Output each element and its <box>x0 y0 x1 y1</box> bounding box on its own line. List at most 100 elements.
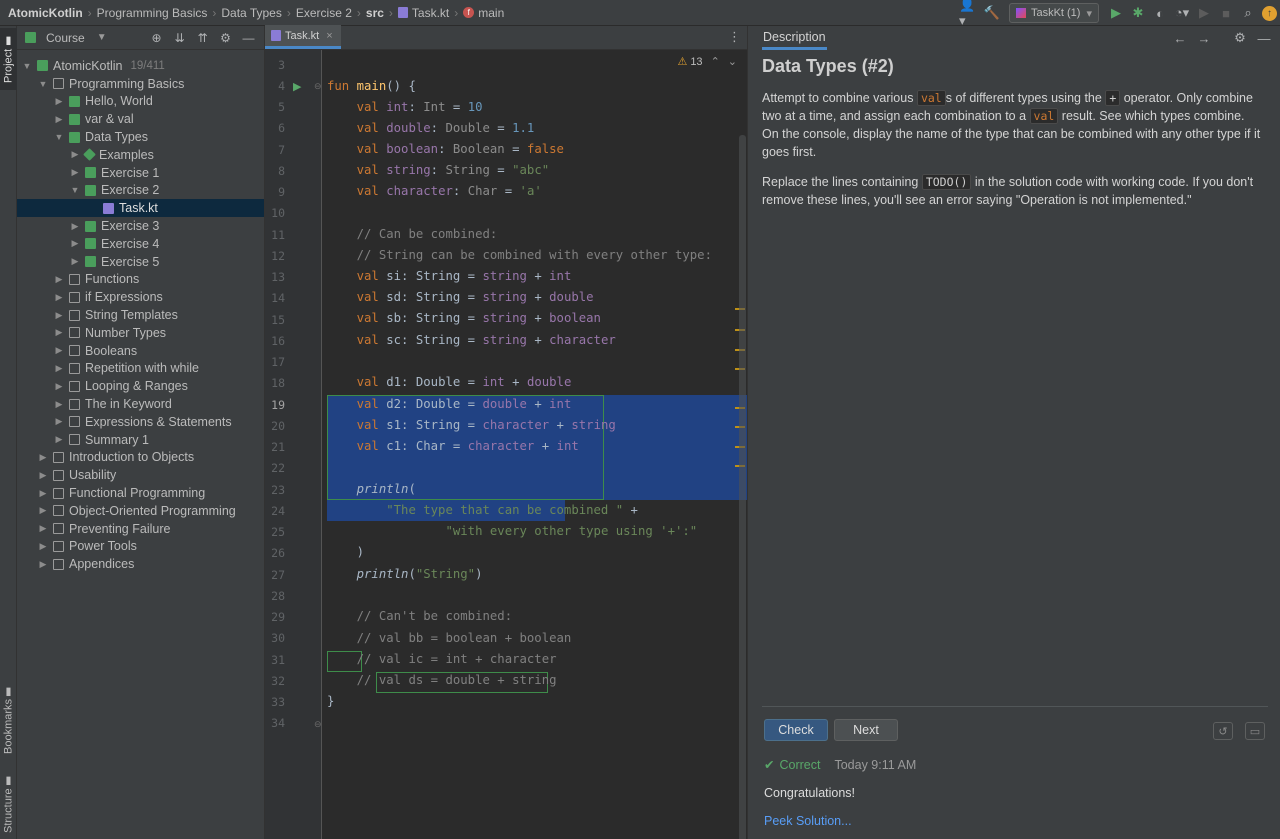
breadcrumb-task[interactable]: Exercise 2 <box>296 6 352 20</box>
hide-icon[interactable]: — <box>1252 31 1276 46</box>
tree-item-functions[interactable]: ▶ Functions <box>17 271 264 289</box>
project-panel: Course ▼ ⊕ ⇊ ⇈ ⚙ — ▼ AtomicKotlin 19/411 ▼… <box>17 26 265 839</box>
tab-task-kt[interactable]: Task.kt × <box>265 25 341 49</box>
next-button[interactable]: Next <box>834 719 898 741</box>
tree-item-exercise-1[interactable]: ▶ Exercise 1 <box>17 164 264 182</box>
run-configuration-select[interactable]: TaskKt (1) ▾ <box>1008 3 1099 23</box>
user-icon[interactable]: 👤▾ <box>959 0 981 28</box>
chevron-down-icon[interactable]: ▼ <box>97 32 107 43</box>
build-hammer-icon[interactable]: 🔨 <box>981 2 1003 24</box>
tree-item-summary-1[interactable]: ▶ Summary 1 <box>17 431 264 449</box>
gear-icon[interactable]: ⚙ <box>214 31 237 45</box>
lesson-complete-icon <box>69 113 80 125</box>
breadcrumb-topic[interactable]: Data Types <box>221 6 281 20</box>
resume-icon[interactable]: ▶ <box>1193 2 1215 24</box>
breadcrumb-file[interactable]: Task.kt <box>412 6 449 20</box>
chevron-up-icon[interactable]: ⌃ <box>711 55 720 68</box>
expand-all-icon[interactable]: ⇊ <box>168 31 191 45</box>
chevron-down-icon[interactable]: ⌄ <box>728 55 737 68</box>
tree-item-functional-programming[interactable]: ▶ Functional Programming <box>17 484 264 502</box>
chevron-right-icon: ▶ <box>55 362 63 373</box>
hide-icon[interactable]: — <box>237 31 260 45</box>
gear-icon[interactable]: ⚙ <box>1228 30 1252 46</box>
tree-item-booleans[interactable]: ▶ Booleans <box>17 342 264 360</box>
fold-icon[interactable]: ⊖ <box>314 81 322 92</box>
editor-scrollbar[interactable] <box>739 135 746 839</box>
tree-item-in-keyword[interactable]: ▶ The in Keyword <box>17 395 264 413</box>
arrow-left-icon[interactable]: ← <box>1168 31 1192 46</box>
structure-tool-tab[interactable]: Structure ▮ <box>0 771 17 837</box>
code-line: val c1: Char = character + int <box>356 439 579 453</box>
code-line: val double: Double = 1.1 <box>356 121 535 135</box>
run-configuration-label: TaskKt (1) <box>1030 7 1081 19</box>
tree-item-exercise-2[interactable]: ▼ Exercise 2 <box>17 182 264 200</box>
breadcrumb-function[interactable]: main <box>478 6 504 20</box>
stop-icon[interactable]: ■ <box>1215 2 1237 24</box>
chevron-right-icon: ▶ <box>39 469 47 480</box>
collapse-all-icon[interactable]: ⇈ <box>191 31 214 45</box>
tab-description[interactable]: Description <box>762 26 827 50</box>
chevron-right-icon: ▶ <box>71 238 79 249</box>
tree-item-hello-world[interactable]: ▶ Hello, World <box>17 93 264 111</box>
project-panel-header: Course ▼ ⊕ ⇊ ⇈ ⚙ — <box>17 26 264 50</box>
project-panel-title[interactable]: Course <box>46 31 85 45</box>
tree-item-intro-objects[interactable]: ▶ Introduction to Objects <box>17 449 264 467</box>
tree-item-exercise-5[interactable]: ▶ Exercise 5 <box>17 253 264 271</box>
bookmarks-tool-tab[interactable]: Bookmarks ▮ <box>0 681 17 759</box>
reset-icon[interactable]: ↺ <box>1213 722 1233 740</box>
locate-icon[interactable]: ⊕ <box>145 31 168 45</box>
tree-item-appendices[interactable]: ▶ Appendices <box>17 555 264 573</box>
tree-item-repetition-with-while[interactable]: ▶ Repetition with while <box>17 360 264 378</box>
chevron-right-icon: ▶ <box>71 220 79 231</box>
peek-solution-link[interactable]: Peek Solution... <box>764 814 852 828</box>
tree-item-usability[interactable]: ▶ Usability <box>17 466 264 484</box>
inspection-widget[interactable]: ⚠ 13 ⌃ ⌄ <box>677 55 737 69</box>
tree-item-programming-basics[interactable]: ▼ Programming Basics <box>17 75 264 93</box>
tree-item-var-val[interactable]: ▶ var & val <box>17 110 264 128</box>
run-icon[interactable]: ▶ <box>1105 2 1127 24</box>
check-status: ✔ Correct Today 9:11 AM <box>764 757 916 773</box>
more-options-icon[interactable]: ⋮ <box>728 29 741 45</box>
tree-item-data-types[interactable]: ▼ Data Types <box>17 128 264 146</box>
breadcrumb-lesson[interactable]: Programming Basics <box>97 6 208 20</box>
chevron-right-icon: ▶ <box>55 273 63 284</box>
close-icon[interactable]: × <box>326 30 332 42</box>
tree-item-task-kt[interactable]: Task.kt <box>17 199 264 218</box>
tree-item-oop[interactable]: ▶ Object-Oriented Programming <box>17 502 264 520</box>
debug-icon[interactable]: ✱ <box>1127 2 1149 24</box>
tree-root[interactable]: ▼ AtomicKotlin 19/411 <box>17 57 264 75</box>
profile-icon[interactable]: ◔▾ <box>1171 2 1193 24</box>
code-line: val character: Char = 'a' <box>356 184 542 198</box>
tree-item-preventing-failure[interactable]: ▶ Preventing Failure <box>17 520 264 538</box>
project-tool-tab[interactable]: Project ▮ <box>0 28 17 90</box>
update-icon[interactable]: ↑ <box>1262 5 1277 21</box>
run-gutter-icon[interactable]: ▶ <box>293 80 301 93</box>
breadcrumb-src[interactable]: src <box>366 6 384 20</box>
tree-item-exercise-4[interactable]: ▶ Exercise 4 <box>17 235 264 253</box>
line-number: 31 <box>271 653 285 667</box>
lesson-icon <box>69 291 80 303</box>
task-complete-icon <box>85 184 96 196</box>
tree-item-examples[interactable]: ▶ Examples <box>17 146 264 164</box>
code-line: // Can't be combined: <box>356 609 513 623</box>
tree-item-expressions-statements[interactable]: ▶ Expressions & Statements <box>17 413 264 431</box>
fold-icon[interactable]: ⊖ <box>314 719 322 730</box>
tree-item-if-expressions[interactable]: ▶ if Expressions <box>17 288 264 306</box>
section-icon <box>53 540 64 552</box>
tree-item-number-types[interactable]: ▶ Number Types <box>17 324 264 342</box>
line-number: 19 <box>271 398 285 412</box>
inline-code: val <box>916 90 946 106</box>
line-number: 13 <box>271 270 285 284</box>
coverage-icon[interactable]: ◐ <box>1149 2 1171 24</box>
tree-item-power-tools[interactable]: ▶ Power Tools <box>17 538 264 556</box>
tree-item-string-templates[interactable]: ▶ String Templates <box>17 306 264 324</box>
breadcrumb-project[interactable]: AtomicKotlin <box>8 6 83 20</box>
code-area[interactable]: fun main() { val int: Int = 10 val doubl… <box>322 50 747 839</box>
tree-item-looping-ranges[interactable]: ▶ Looping & Ranges <box>17 377 264 395</box>
chevron-right-icon: ▶ <box>55 345 63 356</box>
comment-icon[interactable]: ▭ <box>1245 722 1265 740</box>
arrow-right-icon[interactable]: → <box>1192 31 1216 46</box>
search-icon[interactable]: ⌕ <box>1237 2 1259 24</box>
check-button[interactable]: Check <box>764 719 828 741</box>
tree-item-exercise-3[interactable]: ▶ Exercise 3 <box>17 217 264 235</box>
